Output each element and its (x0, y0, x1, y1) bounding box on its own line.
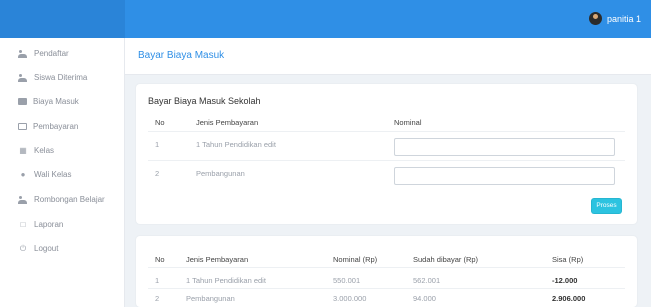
sidebar-item-label: Siswa Diterima (34, 73, 88, 82)
sidebar-item-pendaftar[interactable]: Pendaftar (18, 49, 69, 58)
payment-icon (18, 123, 27, 130)
sidebar-item-wali-kelas[interactable]: ● Wali Kelas (18, 170, 72, 179)
sidebar: Pendaftar Siswa Diterima Biaya Masuk Pem… (0, 38, 125, 307)
sidebar-item-label: Pendaftar (34, 49, 69, 58)
row-dibayar: 562.001 (413, 276, 441, 285)
sidebar-item-kelas[interactable]: ▦ Kelas (18, 146, 54, 155)
sidebar-item-pembayaran[interactable]: Pembayaran (18, 122, 78, 131)
row-no: 2 (155, 169, 160, 178)
top-navbar: panitia 1 (0, 0, 651, 38)
row-no: 1 (155, 140, 160, 149)
group-icon (18, 195, 28, 204)
sidebar-item-label: Rombongan Belajar (34, 195, 105, 204)
row-no: 2 (155, 294, 160, 303)
sidebar-item-label: Pembayaran (33, 122, 79, 131)
column-header-no: No (155, 255, 165, 264)
avatar (588, 12, 602, 25)
building-icon: ▦ (19, 145, 27, 155)
sidebar-item-logout[interactable]: ⏻ Logout (18, 243, 59, 253)
power-icon: ⏻ (19, 243, 27, 253)
sidebar-item-rombongan-belajar[interactable]: Rombongan Belajar (18, 195, 105, 204)
sidebar-item-laporan[interactable]: □ Laporan (18, 219, 64, 229)
sidebar-item-label: Kelas (34, 146, 55, 155)
row-nominal: 3.000.000 (333, 294, 367, 303)
brand-area (0, 0, 125, 38)
column-header-jenis: Jenis Pembayaran (186, 255, 249, 264)
divider (148, 131, 625, 132)
users-icon (18, 49, 28, 58)
row-jenis: Pembangunan (196, 169, 245, 178)
sidebar-item-label: Laporan (34, 220, 64, 229)
user-name: panitia 1 (606, 13, 641, 24)
nominal-input[interactable] (394, 138, 615, 156)
column-header-nominal: Nominal (394, 118, 422, 127)
row-dibayar: 94.000 (413, 294, 436, 303)
divider (148, 288, 625, 289)
money-icon (18, 98, 27, 105)
document-icon: □ (20, 219, 26, 229)
card-title: Bayar Biaya Masuk Sekolah (148, 96, 261, 106)
sidebar-item-label: Biaya Masuk (33, 97, 79, 106)
column-header-dibayar: Sudah dibayar (Rp) (413, 255, 479, 264)
nominal-input[interactable] (394, 167, 615, 185)
divider (148, 160, 625, 161)
column-header-nominal: Nominal (Rp) (333, 255, 378, 264)
row-sisa: -12.000 (552, 276, 578, 285)
user-menu[interactable]: panitia 1 (588, 12, 641, 25)
row-jenis: Pembangunan (186, 294, 235, 303)
proses-button[interactable]: Proses (592, 199, 621, 213)
sidebar-item-label: Wali Kelas (34, 170, 72, 179)
row-nominal: 550.001 (333, 276, 361, 285)
payment-summary-card: No Jenis Pembayaran Nominal (Rp) Sudah d… (136, 236, 637, 307)
payment-form-card: Bayar Biaya Masuk Sekolah No Jenis Pemba… (136, 84, 637, 224)
column-header-no: No (155, 118, 165, 127)
sidebar-item-label: Logout (34, 244, 59, 253)
row-jenis: 1 Tahun Pendidikan edit (186, 276, 266, 285)
sidebar-item-biaya-masuk[interactable]: Biaya Masuk (18, 97, 79, 106)
row-sisa: 2.906.000 (552, 294, 586, 303)
divider (148, 267, 625, 268)
user-icon: ● (20, 169, 26, 179)
page-title: Bayar Biaya Masuk (138, 50, 225, 61)
user-check-icon (18, 73, 28, 82)
row-jenis: 1 Tahun Pendidikan edit (196, 140, 276, 149)
column-header-jenis: Jenis Pembayaran (196, 118, 259, 127)
sidebar-item-siswa-diterima[interactable]: Siswa Diterima (18, 73, 87, 82)
row-no: 1 (155, 276, 160, 285)
page-header: Bayar Biaya Masuk (125, 38, 651, 75)
column-header-sisa: Sisa (Rp) (552, 255, 584, 264)
